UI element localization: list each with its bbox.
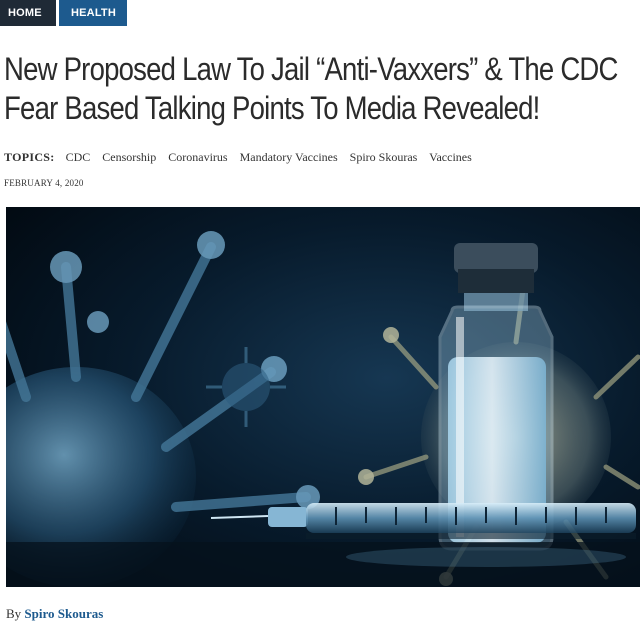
article-title-line-1: New Proposed Law To Jail “Anti-Vaxxers” … xyxy=(4,51,618,87)
breadcrumb-health[interactable]: HEALTH xyxy=(59,0,127,26)
hero-image xyxy=(6,207,640,587)
byline: By Spiro Skouras xyxy=(6,606,103,622)
topics-label: TOPICS: xyxy=(4,150,55,164)
topic-link-mandatory-vaccines[interactable]: Mandatory Vaccines xyxy=(240,150,338,164)
breadcrumb: HOME HEALTH xyxy=(0,0,127,26)
article-title-line-2: Fear Based Talking Points To Media Revea… xyxy=(4,90,540,126)
breadcrumb-home[interactable]: HOME xyxy=(0,0,56,26)
topic-link-spiro-skouras[interactable]: Spiro Skouras xyxy=(350,150,418,164)
byline-prefix: By xyxy=(6,606,22,621)
topics-row: TOPICS: CDC Censorship Coronavirus Manda… xyxy=(4,150,481,165)
author-link[interactable]: Spiro Skouras xyxy=(24,606,103,621)
publish-date: FEBRUARY 4, 2020 xyxy=(4,178,84,188)
topic-link-censorship[interactable]: Censorship xyxy=(102,150,156,164)
article-title: New Proposed Law To Jail “Anti-Vaxxers” … xyxy=(4,50,640,128)
hero-illustration xyxy=(6,207,640,587)
topic-link-coronavirus[interactable]: Coronavirus xyxy=(168,150,227,164)
topic-link-cdc[interactable]: CDC xyxy=(66,150,91,164)
topic-link-vaccines[interactable]: Vaccines xyxy=(429,150,472,164)
